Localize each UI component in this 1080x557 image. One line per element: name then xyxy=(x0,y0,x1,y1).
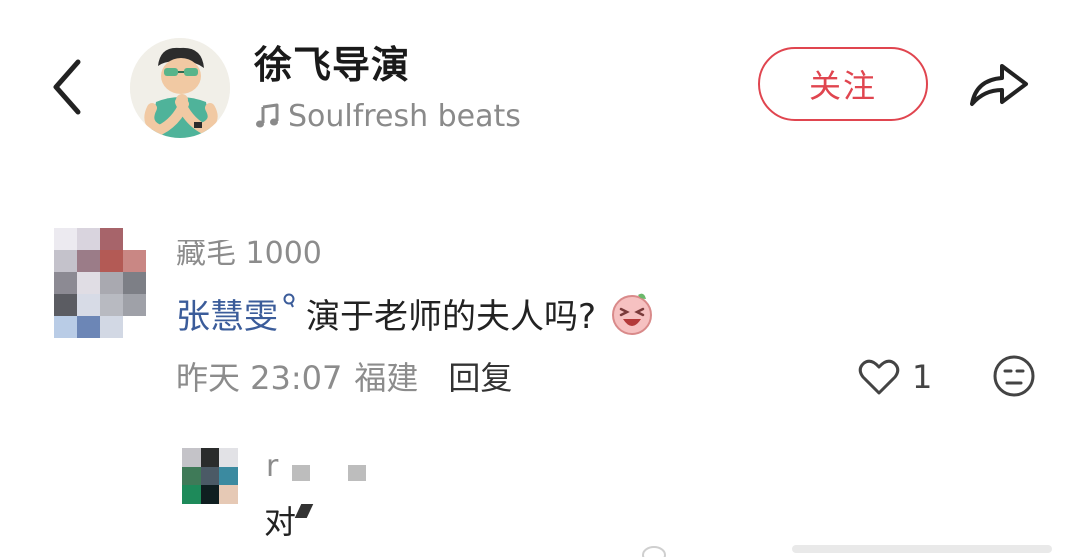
dislike-button[interactable] xyxy=(992,354,1036,398)
weibo-logo-icon xyxy=(642,546,666,557)
author-name[interactable]: 徐飞导演 xyxy=(254,34,410,89)
commenter-avatar[interactable] xyxy=(54,228,146,338)
heart-outline-icon xyxy=(858,359,900,395)
back-button[interactable] xyxy=(48,58,88,116)
watermark xyxy=(432,533,1072,557)
comment-location: 福建 xyxy=(354,359,419,397)
meh-face-icon xyxy=(993,355,1035,397)
reply-user-name[interactable]: r xyxy=(266,446,367,486)
like-button[interactable]: 1 xyxy=(858,355,932,399)
reply-avatar[interactable] xyxy=(182,448,238,504)
music-info[interactable]: Soulfresh beats xyxy=(254,96,521,136)
like-count: 1 xyxy=(912,358,933,396)
censor-block xyxy=(292,465,311,481)
censor-block xyxy=(348,465,367,481)
comment-content: 张慧雯 演于老师的夫人吗? xyxy=(176,288,656,338)
chevron-left-icon xyxy=(53,59,81,115)
comment-time: 昨天 23:07 xyxy=(176,359,343,397)
share-button[interactable] xyxy=(966,54,1032,114)
reply-text: 对 xyxy=(264,503,297,541)
laughing-face-emoji xyxy=(612,293,653,335)
mention-user[interactable]: 张慧雯 xyxy=(176,289,278,338)
commenter-name[interactable]: 藏毛 1000 xyxy=(176,240,346,266)
music-title: Soulfresh beats xyxy=(288,98,521,134)
search-icon xyxy=(283,293,295,308)
comment-meta: 昨天 23:07 福建 回复 xyxy=(176,354,512,398)
music-note-icon xyxy=(256,103,279,128)
share-arrow-icon xyxy=(970,64,1028,106)
author-avatar[interactable] xyxy=(130,38,230,138)
follow-button[interactable]: 关注 xyxy=(758,47,928,121)
comment-text: 演于老师的夫人吗? xyxy=(306,296,597,337)
reply-button[interactable]: 回复 xyxy=(448,353,512,399)
censor-block xyxy=(294,504,314,518)
reply-content: 对 xyxy=(264,498,314,542)
